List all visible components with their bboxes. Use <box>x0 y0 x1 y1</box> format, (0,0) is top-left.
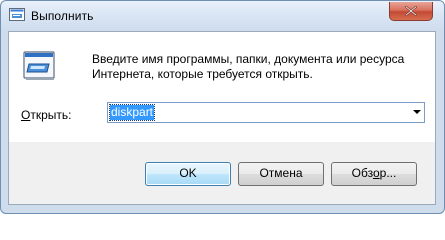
close-icon <box>405 6 417 16</box>
browse-label-suffix: р... <box>379 166 397 180</box>
description-line: Интернета, которые требуется открыть. <box>92 67 313 81</box>
close-button[interactable] <box>389 2 433 21</box>
open-label-accelerator: О <box>21 108 31 122</box>
chevron-down-icon[interactable] <box>413 110 421 114</box>
run-program-icon <box>23 50 57 82</box>
browse-label-accelerator: о <box>372 166 380 180</box>
open-label: Открыть: <box>21 108 71 122</box>
cancel-button-label: Отмена <box>259 166 303 180</box>
cancel-button[interactable]: Отмена <box>238 162 324 186</box>
open-combobox[interactable]: diskpart <box>107 102 425 123</box>
description-line: Введите имя программы, папки, документа … <box>92 52 405 66</box>
open-label-text: ткрыть: <box>30 108 72 122</box>
browse-label-prefix: Обз <box>351 166 373 180</box>
ok-button[interactable]: OK <box>145 162 231 186</box>
description-text: Введите имя программы, папки, документа … <box>92 52 432 82</box>
dialog-content-panel: Введите имя программы, папки, документа … <box>9 32 435 142</box>
window-title: Выполнить <box>31 9 94 23</box>
ok-button-label: OK <box>179 166 197 180</box>
run-dialog-window: Выполнить Введите имя программы, папки, … <box>0 0 445 214</box>
open-input[interactable]: diskpart <box>108 104 156 121</box>
run-icon <box>9 8 25 22</box>
title-bar[interactable]: Выполнить <box>1 1 444 31</box>
dialog-client-area: Введите имя программы, папки, документа … <box>8 31 436 205</box>
browse-button[interactable]: Обзор... <box>331 162 417 186</box>
